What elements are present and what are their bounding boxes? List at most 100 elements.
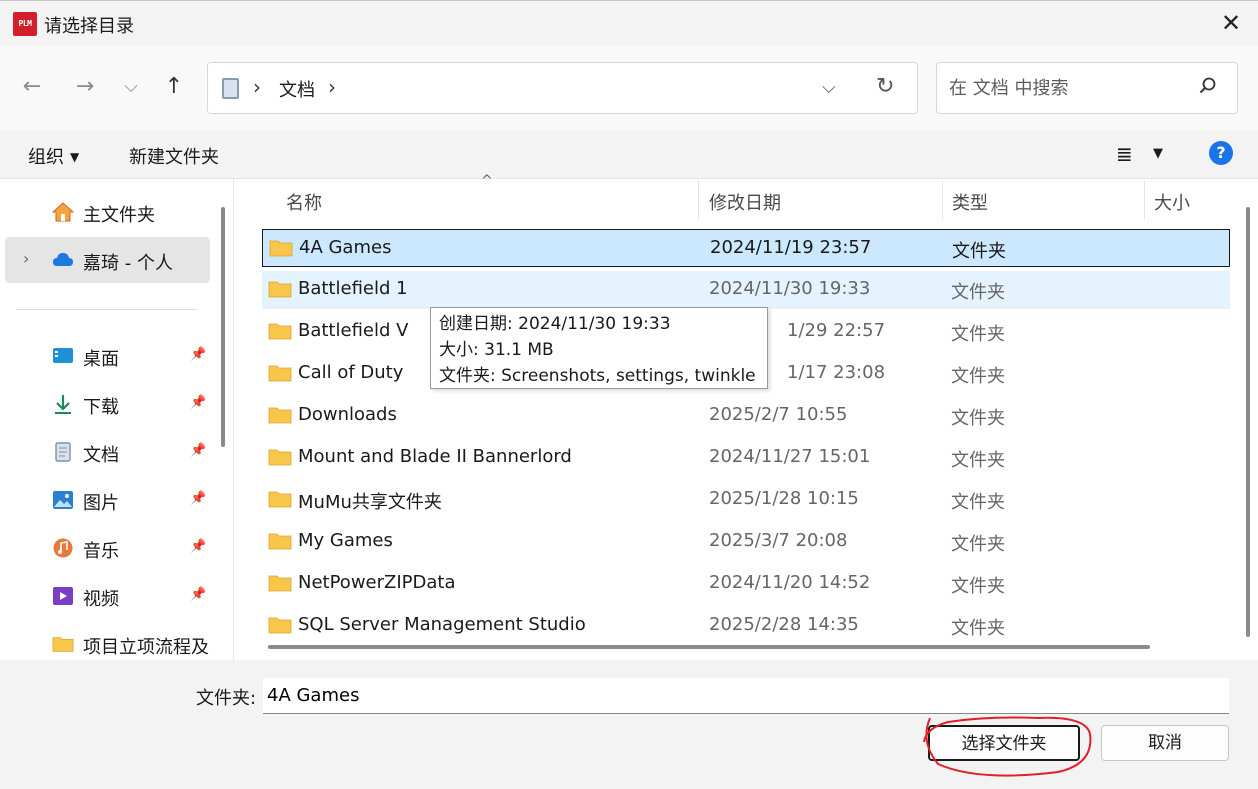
sidebar-item-label: 音乐 (83, 541, 119, 562)
breadcrumb-separator[interactable]: › (253, 75, 261, 99)
column-header-size[interactable]: 大小 (1154, 189, 1190, 215)
select-folder-button[interactable]: 选择文件夹 (928, 725, 1080, 761)
content-area: 主文件夹 › 嘉琦 - 个人 桌面 📌 下载 📌 文档 📌 图片 📌 音乐 📌 … (0, 173, 1258, 661)
file-modified: 2025/2/28 14:35 (709, 614, 859, 635)
file-modified: 2025/2/7 10:55 (709, 404, 848, 425)
sidebar-item-label: 嘉琦 - 个人 (83, 253, 173, 274)
sidebar-item-label: 视频 (83, 589, 119, 610)
file-name: Call of Duty (298, 362, 404, 383)
recent-locations-button[interactable]: ⌵ (117, 74, 145, 100)
pin-icon[interactable]: 📌 (190, 347, 206, 362)
view-caret-icon[interactable]: ▼ (1153, 146, 1163, 161)
vertical-scrollbar[interactable] (1246, 207, 1250, 637)
document-icon (222, 78, 239, 99)
breadcrumb-documents[interactable]: 文档 (279, 76, 315, 102)
help-icon[interactable]: ? (1209, 141, 1233, 165)
pin-icon[interactable]: 📌 (190, 539, 206, 554)
sidebar-item-label: 图片 (83, 493, 119, 514)
address-bar[interactable]: › 文档 › ⌵ ↻ (207, 62, 918, 114)
sidebar-item-videos[interactable]: 视频 📌 (0, 573, 210, 619)
file-name: NetPowerZIPData (298, 572, 456, 593)
sidebar-scrollbar[interactable] (221, 207, 225, 447)
cancel-button[interactable]: 取消 (1101, 725, 1229, 761)
address-dropdown-icon[interactable]: ⌵ (822, 77, 836, 98)
refresh-icon[interactable]: ↻ (876, 74, 894, 99)
navigation-pane: 主文件夹 › 嘉琦 - 个人 桌面 📌 下载 📌 文档 📌 图片 📌 音乐 📌 … (0, 179, 234, 661)
folder-icon (269, 240, 293, 257)
file-row[interactable]: Mount and Blade II Bannerlord 2024/11/27… (262, 439, 1230, 477)
sidebar-divider (16, 309, 197, 310)
file-name: MuMu共享文件夹 (298, 492, 442, 513)
file-modified: 2024/11/30 19:33 (709, 278, 871, 299)
navigation-bar: ← → ⌵ ↑ › 文档 › ⌵ ↻ (0, 46, 1258, 130)
column-divider[interactable] (698, 181, 699, 219)
sidebar-item-documents[interactable]: 文档 📌 (0, 429, 210, 475)
file-row[interactable]: Battlefield 1 2024/11/30 19:33 文件夹 (262, 271, 1230, 309)
back-button[interactable]: ← (18, 74, 46, 100)
pin-icon[interactable]: 📌 (190, 491, 206, 506)
file-modified: 2024/11/27 15:01 (709, 446, 871, 467)
folder-icon (268, 617, 292, 634)
sidebar-item-label: 主文件夹 (83, 205, 155, 226)
forward-button[interactable]: → (71, 74, 99, 100)
sidebar-item-pictures[interactable]: 图片 📌 (0, 477, 210, 523)
folder-icon (268, 281, 292, 298)
file-row[interactable]: SQL Server Management Studio 2025/2/28 1… (262, 607, 1230, 641)
video-icon (53, 587, 73, 605)
file-name: Mount and Blade II Bannerlord (298, 446, 572, 467)
search-box[interactable] (936, 62, 1238, 114)
horizontal-scrollbar[interactable] (268, 645, 1150, 649)
file-row[interactable]: NetPowerZIPData 2024/11/20 14:52 文件夹 (262, 565, 1230, 603)
file-modified: 1/29 22:57 (787, 320, 886, 341)
app-logo-icon: PLM (13, 12, 37, 36)
column-divider[interactable] (942, 181, 943, 219)
expand-chevron-icon[interactable]: › (23, 249, 29, 268)
pin-icon[interactable]: 📌 (190, 443, 206, 458)
sort-ascending-icon: ^ (481, 173, 493, 189)
pin-icon[interactable]: 📌 (190, 395, 206, 410)
file-row[interactable]: Downloads 2025/2/7 10:55 文件夹 (262, 397, 1230, 435)
pin-icon[interactable]: 📌 (190, 587, 206, 602)
organize-menu[interactable]: 组织 ▼ (28, 143, 79, 169)
search-icon[interactable] (1199, 77, 1217, 95)
column-divider[interactable] (1144, 181, 1145, 219)
sidebar-item-home[interactable]: 主文件夹 (0, 189, 210, 235)
up-button[interactable]: ↑ (160, 74, 188, 100)
view-menu-icon[interactable]: ≣ (1116, 142, 1133, 166)
sidebar-item-music[interactable]: 音乐 📌 (0, 525, 210, 571)
file-type: 文件夹 (951, 324, 1005, 345)
file-row[interactable]: My Games 2025/3/7 20:08 文件夹 (262, 523, 1230, 561)
column-header-modified[interactable]: 修改日期 (709, 189, 781, 215)
dialog-footer: 文件夹: 选择文件夹 取消 (0, 660, 1258, 789)
window-title: 请选择目录 (44, 16, 134, 37)
file-name: Downloads (298, 404, 397, 425)
file-type: 文件夹 (951, 492, 1005, 513)
close-icon[interactable]: ✕ (1218, 11, 1244, 37)
sidebar-item-label: 桌面 (83, 349, 119, 370)
sidebar-item-label: 项目立项流程及 (83, 637, 209, 658)
folder-name-input[interactable] (263, 678, 1229, 714)
column-header-name[interactable]: 名称 (286, 189, 322, 215)
file-modified: 2024/11/20 14:52 (709, 572, 871, 593)
sidebar-item-desktop[interactable]: 桌面 📌 (0, 333, 210, 379)
sidebar-item-onedrive[interactable]: › 嘉琦 - 个人 (5, 237, 210, 283)
folder-icon (268, 575, 292, 592)
file-type: 文件夹 (951, 366, 1005, 387)
sidebar-item-downloads[interactable]: 下载 📌 (0, 381, 210, 427)
breadcrumb-separator[interactable]: › (328, 75, 336, 99)
file-type: 文件夹 (951, 618, 1005, 639)
tooltip-created: 创建日期: 2024/11/30 19:33 (439, 314, 671, 334)
file-row[interactable]: 4A Games 2024/11/19 23:57 文件夹 (262, 229, 1230, 267)
file-row[interactable]: MuMu共享文件夹 2025/1/28 10:15 文件夹 (262, 481, 1230, 519)
file-type: 文件夹 (951, 408, 1005, 429)
search-input[interactable] (949, 75, 1189, 101)
file-type: 文件夹 (952, 241, 1006, 262)
file-type: 文件夹 (951, 282, 1005, 303)
file-modified: 1/17 23:08 (787, 362, 886, 383)
file-name: 4A Games (299, 237, 392, 258)
column-header-type[interactable]: 类型 (952, 189, 988, 215)
sidebar-item-label: 文档 (83, 445, 119, 466)
command-bar: 组织 ▼ 新建文件夹 ≣ ▼ ? (0, 130, 1258, 178)
new-folder-button[interactable]: 新建文件夹 (129, 143, 219, 169)
file-type: 文件夹 (951, 576, 1005, 597)
